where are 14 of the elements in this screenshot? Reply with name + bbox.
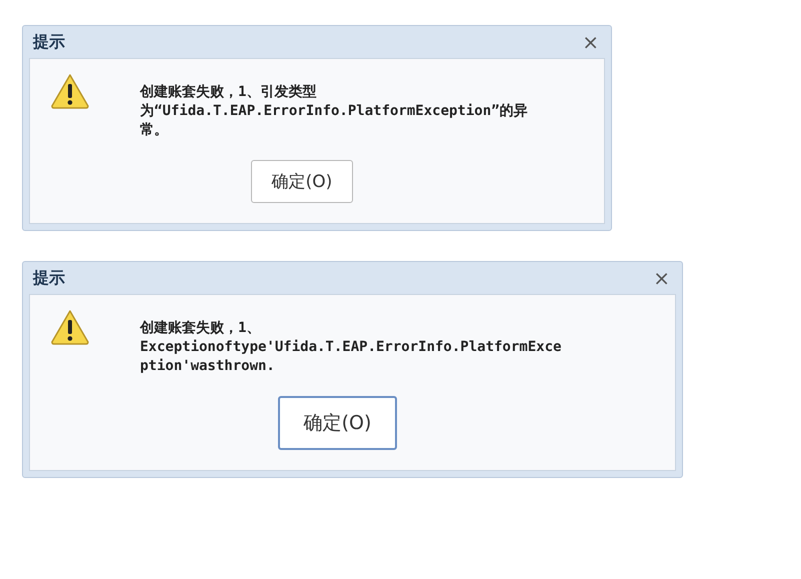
warning-icon bbox=[50, 73, 90, 109]
warning-icon bbox=[50, 309, 90, 345]
message-text: 为“Ufida.T.EAP.ErrorInfo.PlatformException”的异 bbox=[140, 102, 528, 121]
close-button[interactable]: × bbox=[647, 268, 676, 288]
message-text: Exceptionoftype'Ufida.T.EAP.ErrorInfo.PlatformExce bbox=[140, 338, 562, 357]
dialog-title: 提示 bbox=[32, 268, 65, 288]
message-text: 常。 bbox=[140, 121, 169, 140]
ok-button[interactable]: 确定(O) bbox=[278, 396, 398, 450]
dialog-title: 提示 bbox=[32, 32, 65, 52]
ok-button[interactable]: 确定(O) bbox=[250, 160, 354, 203]
message-text: 创建账套失败，1、 bbox=[140, 319, 262, 338]
message-text: ption'wasthrown. bbox=[140, 357, 276, 376]
message-text: 创建账套失败，1、引发类型 bbox=[140, 83, 318, 102]
close-button[interactable]: × bbox=[576, 32, 605, 52]
